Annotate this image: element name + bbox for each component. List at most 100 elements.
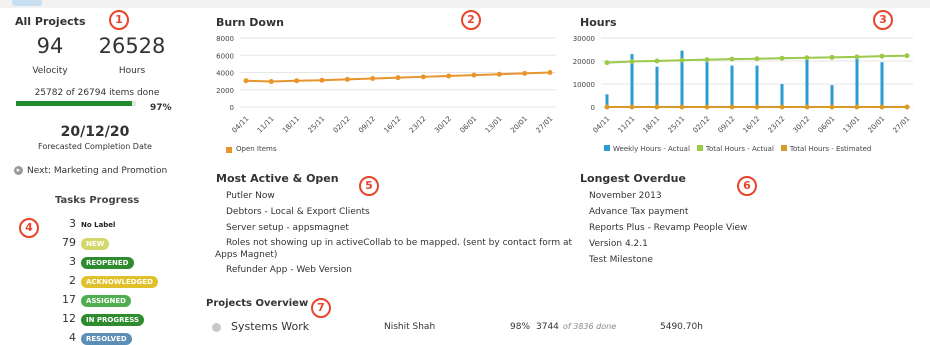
callout-6: 6 <box>737 176 757 196</box>
burn-down-point <box>370 76 376 82</box>
task-count: 4 <box>69 331 76 344</box>
total-hours-estimated-point <box>654 104 660 110</box>
overdue-item[interactable]: Advance Tax payment <box>589 207 688 217</box>
progress-fill <box>16 101 133 106</box>
x-tick-label: 27/01 <box>534 115 554 135</box>
next-milestone-link[interactable]: Next: Marketing and Promotion <box>27 166 167 176</box>
x-tick-label: 30/12 <box>791 115 811 135</box>
y-tick-label: 6000 <box>216 52 234 60</box>
callout-7: 7 <box>311 298 331 318</box>
overdue-item[interactable]: Reports Plus - Revamp People View <box>589 223 747 233</box>
burn-down-point <box>268 79 274 85</box>
task-count: 3 <box>69 217 76 230</box>
y-tick-label: 4000 <box>216 70 234 78</box>
project-owner: Nishit Shah <box>384 322 436 332</box>
x-tick-label: 04/11 <box>230 115 250 135</box>
total-hours-actual-point <box>829 54 835 60</box>
hours-legend-label: Total Hours - Actual <box>705 145 774 153</box>
burn-down-point <box>522 70 528 76</box>
x-tick-label: 02/12 <box>691 115 711 135</box>
projects-overview-title: Projects Overview <box>206 298 309 309</box>
total-hours-actual-point <box>729 56 735 62</box>
total-hours-actual-point <box>879 53 885 59</box>
overdue-item[interactable]: November 2013 <box>589 191 662 201</box>
x-tick-label: 18/11 <box>281 115 301 135</box>
overdue-item[interactable]: Test Milestone <box>589 255 653 265</box>
top-tab[interactable] <box>12 0 42 6</box>
task-label-badge[interactable]: REOPENED <box>81 257 134 269</box>
total-hours-estimated-point <box>779 104 785 110</box>
task-status-row[interactable]: 79 NEW <box>40 231 200 250</box>
items-done-text: 25782 of 26794 items done <box>34 88 160 98</box>
callout-4: 4 <box>19 218 39 238</box>
overdue-item[interactable]: Version 4.2.1 <box>589 239 648 249</box>
burn-down-point <box>446 73 452 79</box>
project-name-link[interactable]: Systems Work <box>231 320 309 333</box>
x-tick-label: 23/12 <box>766 115 786 135</box>
task-label-badge[interactable]: No Label <box>81 221 115 229</box>
task-label-badge[interactable]: ASSIGNED <box>81 295 131 307</box>
burn-down-point <box>294 78 300 84</box>
total-hours-estimated-point <box>704 104 710 110</box>
burn-down-title: Burn Down <box>216 16 284 29</box>
total-hours-estimated-point <box>729 104 735 110</box>
burn-down-point <box>243 78 249 84</box>
all-projects-title: All Projects <box>15 15 86 28</box>
x-tick-label: 27/01 <box>891 115 911 135</box>
project-done-suffix: of 3836 done <box>563 322 617 331</box>
task-status-row[interactable]: 4 RESOLVED <box>40 326 200 345</box>
x-tick-label: 18/11 <box>641 115 661 135</box>
most-active-item[interactable]: Debtors - Local & Export Clients <box>226 207 370 217</box>
top-bar <box>0 0 930 8</box>
task-status-row[interactable]: 3 REOPENED <box>40 250 200 269</box>
weekly-hours-bar <box>705 62 709 107</box>
task-count: 17 <box>62 293 76 306</box>
hours-chart: 0 10000 20000 30000 04/11 11/11 18/11 25/11 02/1… <box>573 35 913 135</box>
next-arrow-icon[interactable]: ▸ <box>14 166 23 175</box>
y-tick-label: 30000 <box>573 35 595 43</box>
total-hours-actual-point <box>904 53 910 59</box>
x-tick-label: 02/12 <box>332 115 352 135</box>
most-active-item[interactable]: Putler Now <box>226 191 275 201</box>
most-active-item[interactable]: Server setup - appsmagnet <box>226 223 349 233</box>
hours-legend-swatch <box>780 145 787 151</box>
x-tick-label: 04/11 <box>591 115 611 135</box>
y-tick-label: 2000 <box>216 87 234 95</box>
total-hours-estimated-point <box>604 104 610 110</box>
most-active-item[interactable]: Refunder App - Web Version <box>226 265 352 275</box>
x-tick-label: 11/11 <box>616 115 636 135</box>
x-tick-label: 16/12 <box>741 115 761 135</box>
total-hours-actual-point <box>854 54 860 60</box>
task-status-row[interactable]: 12 IN PROGRESS <box>40 307 200 326</box>
task-status-row[interactable]: 17 ASSIGNED <box>40 288 200 307</box>
tasks-progress-title: Tasks Progress <box>55 195 140 206</box>
task-count: 2 <box>69 274 76 287</box>
total-hours-actual-point <box>604 60 610 66</box>
hours-value: 26528 <box>98 34 166 58</box>
task-label-badge[interactable]: IN PROGRESS <box>81 314 145 326</box>
total-hours-estimated-point <box>804 104 810 110</box>
forecast-date: 20/12/20 <box>60 124 130 140</box>
total-hours-estimated-point <box>629 104 635 110</box>
x-tick-label: 09/12 <box>716 115 736 135</box>
task-label-badge[interactable]: NEW <box>81 238 110 250</box>
x-tick-label: 06/01 <box>816 115 836 135</box>
most-active-item[interactable]: Roles not showing up in activeCollab to … <box>226 238 572 248</box>
hours-label: Hours <box>118 66 146 76</box>
task-status-row[interactable]: 2 ACKNOWLEDGED <box>40 269 200 288</box>
task-status-row[interactable]: 3 No Label <box>40 212 200 230</box>
callout-3: 3 <box>873 10 893 30</box>
project-done-count: 3744 <box>536 322 559 332</box>
project-status-icon <box>212 323 221 332</box>
total-hours-actual-point <box>754 56 760 62</box>
weekly-hours-bar <box>880 62 884 107</box>
task-label-badge[interactable]: ACKNOWLEDGED <box>81 276 158 288</box>
weekly-hours-bar <box>755 65 759 107</box>
total-hours-estimated-point <box>754 104 760 110</box>
project-percent: 98% <box>510 322 531 332</box>
most-active-item-continuation: Apps Magnet) <box>215 250 278 260</box>
total-hours-actual-point <box>654 58 660 64</box>
task-label-badge[interactable]: RESOLVED <box>81 333 132 345</box>
hours-legend-label: Total Hours - Estimated <box>789 145 872 153</box>
burn-down-point <box>319 77 325 83</box>
